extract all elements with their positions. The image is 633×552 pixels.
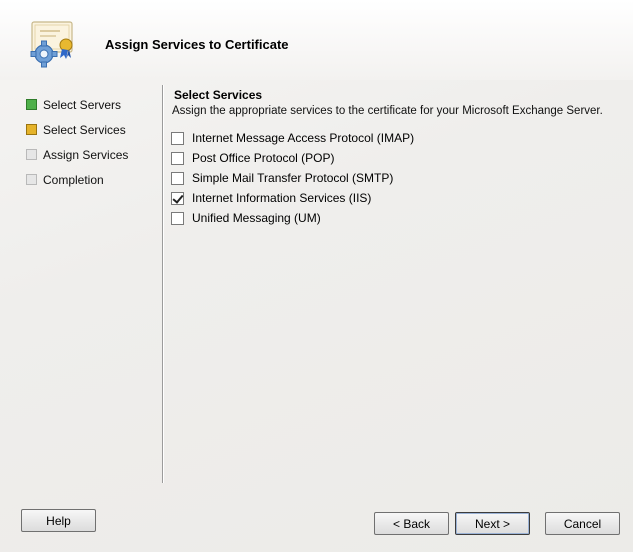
service-label: Post Office Protocol (POP) [192,151,335,165]
next-button[interactable]: Next > [455,512,530,535]
step-assign-services: Assign Services [26,142,156,167]
vertical-divider [162,85,163,483]
service-label: Internet Message Access Protocol (IMAP) [192,131,415,145]
step-status-icon [26,149,37,160]
step-status-icon [26,174,37,185]
step-label: Select Services [43,122,126,137]
cancel-button[interactable]: Cancel [545,512,620,535]
step-select-services: Select Services [26,117,156,142]
imap-checkbox[interactable] [171,131,184,145]
service-option-um[interactable]: Unified Messaging (UM) [171,208,414,228]
wizard-header: Assign Services to Certificate [0,0,633,80]
service-label: Unified Messaging (UM) [192,211,321,225]
service-option-iis[interactable]: Internet Information Services (IIS) [171,188,414,208]
service-label: Simple Mail Transfer Protocol (SMTP) [192,171,394,185]
smtp-checkbox[interactable] [171,171,184,185]
step-select-servers: Select Servers [26,92,156,117]
step-status-icon [26,124,37,135]
help-button[interactable]: Help [21,509,96,532]
service-option-smtp[interactable]: Simple Mail Transfer Protocol (SMTP) [171,168,414,188]
step-label: Assign Services [43,147,129,162]
wizard-title: Assign Services to Certificate [105,37,289,52]
step-status-icon [26,99,37,110]
service-option-imap[interactable]: Internet Message Access Protocol (IMAP) [171,128,414,148]
section-description: Assign the appropriate services to the c… [172,105,603,117]
service-option-pop[interactable]: Post Office Protocol (POP) [171,148,414,168]
step-completion: Completion [26,167,156,192]
step-label: Select Servers [43,97,122,112]
wizard-steps: Select Servers Select Services Assign Se… [26,92,156,192]
certificate-gear-icon [22,16,82,72]
wizard-window: Assign Services to Certificate Select Se… [0,0,633,552]
um-checkbox[interactable] [171,211,184,225]
back-button[interactable]: < Back [374,512,449,535]
section-title: Select Services [174,88,263,102]
services-list: Internet Message Access Protocol (IMAP) … [171,128,414,228]
service-label: Internet Information Services (IIS) [192,191,372,205]
iis-checkbox[interactable] [171,191,184,205]
step-label: Completion [43,172,104,187]
pop-checkbox[interactable] [171,151,184,165]
